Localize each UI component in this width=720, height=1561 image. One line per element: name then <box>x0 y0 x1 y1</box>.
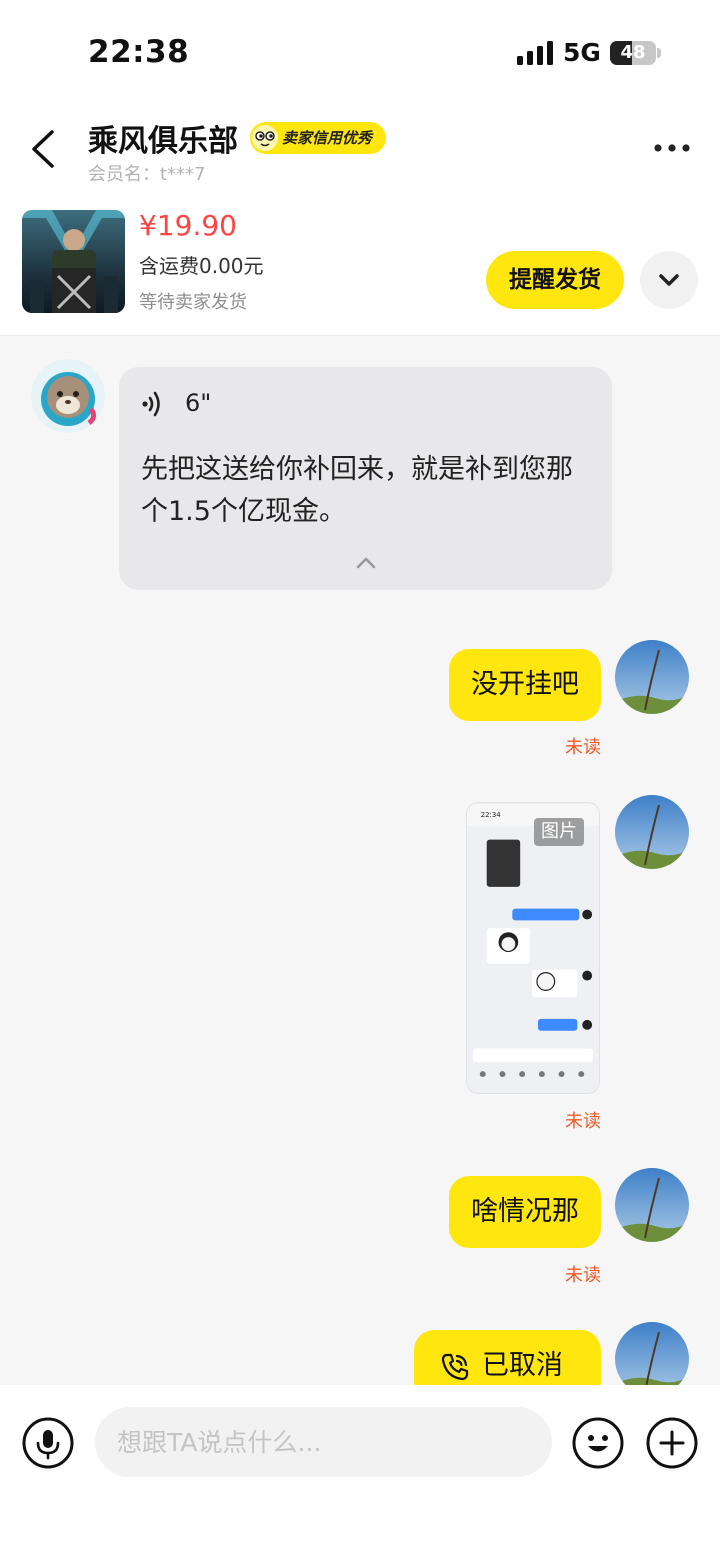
credit-badge-text: 卖家信用优秀 <box>282 129 373 147</box>
seller-avatar[interactable] <box>31 359 105 433</box>
battery-level: 48 <box>620 42 646 63</box>
voice-wave-icon[interactable] <box>141 389 167 419</box>
my-avatar[interactable] <box>615 640 689 714</box>
voice-duration: 6" <box>185 389 212 417</box>
unread-label: 未读 <box>565 737 601 758</box>
microphone-icon[interactable] <box>22 1417 74 1469</box>
svg-text:22:34: 22:34 <box>481 811 501 819</box>
message-bubble[interactable]: 没开挂吧 <box>449 649 601 721</box>
chevron-up-icon[interactable] <box>355 555 377 571</box>
message-bubble[interactable]: 啥情况那 <box>449 1176 601 1248</box>
credit-badge: 卖家信用优秀 <box>250 122 387 154</box>
network-label: 5G <box>563 38 601 67</box>
emoji-icon[interactable] <box>572 1417 624 1469</box>
shipping-fee: 含运费0.00元 <box>139 254 264 278</box>
voice-message[interactable]: 6" 先把这送给你补回来，就是补到您那个1.5个亿现金。 <box>119 367 612 590</box>
my-avatar[interactable] <box>615 795 689 869</box>
battery-tip <box>657 48 661 58</box>
member-name: 会员名：t***7 <box>88 164 206 185</box>
my-avatar[interactable] <box>615 1168 689 1242</box>
input-bar <box>0 1385 720 1561</box>
unread-label: 未读 <box>565 1111 601 1132</box>
signal-icon <box>517 41 553 65</box>
phone-icon <box>441 1353 469 1381</box>
plus-icon[interactable] <box>646 1417 698 1469</box>
chevron-left-icon[interactable] <box>22 126 66 172</box>
order-price: ¥19.90 <box>139 209 237 242</box>
status-time: 22:38 <box>88 34 190 70</box>
order-status: 等待卖家发货 <box>139 292 247 313</box>
shop-name[interactable]: 乘风俱乐部 <box>88 116 238 160</box>
image-label: 图片 <box>534 818 584 846</box>
remind-ship-button[interactable]: 提醒发货 <box>486 251 624 309</box>
chevron-down-icon[interactable] <box>640 251 698 309</box>
battery-icon: 48 <box>610 41 656 65</box>
product-thumbnail[interactable] <box>22 210 125 313</box>
message-input[interactable] <box>95 1407 552 1477</box>
message-input-wrapper <box>95 1407 552 1477</box>
more-dots-icon[interactable] <box>648 134 696 162</box>
voice-transcript: 先把这送给你补回来，就是补到您那个1.5个亿现金。 <box>141 454 573 527</box>
badge-face-icon <box>252 125 278 151</box>
unread-label: 未读 <box>565 1265 601 1286</box>
top-panel: 22:38 5G 48 乘风俱乐部 卖家信用优秀 会员名：t***7 ¥19.9… <box>0 0 720 336</box>
